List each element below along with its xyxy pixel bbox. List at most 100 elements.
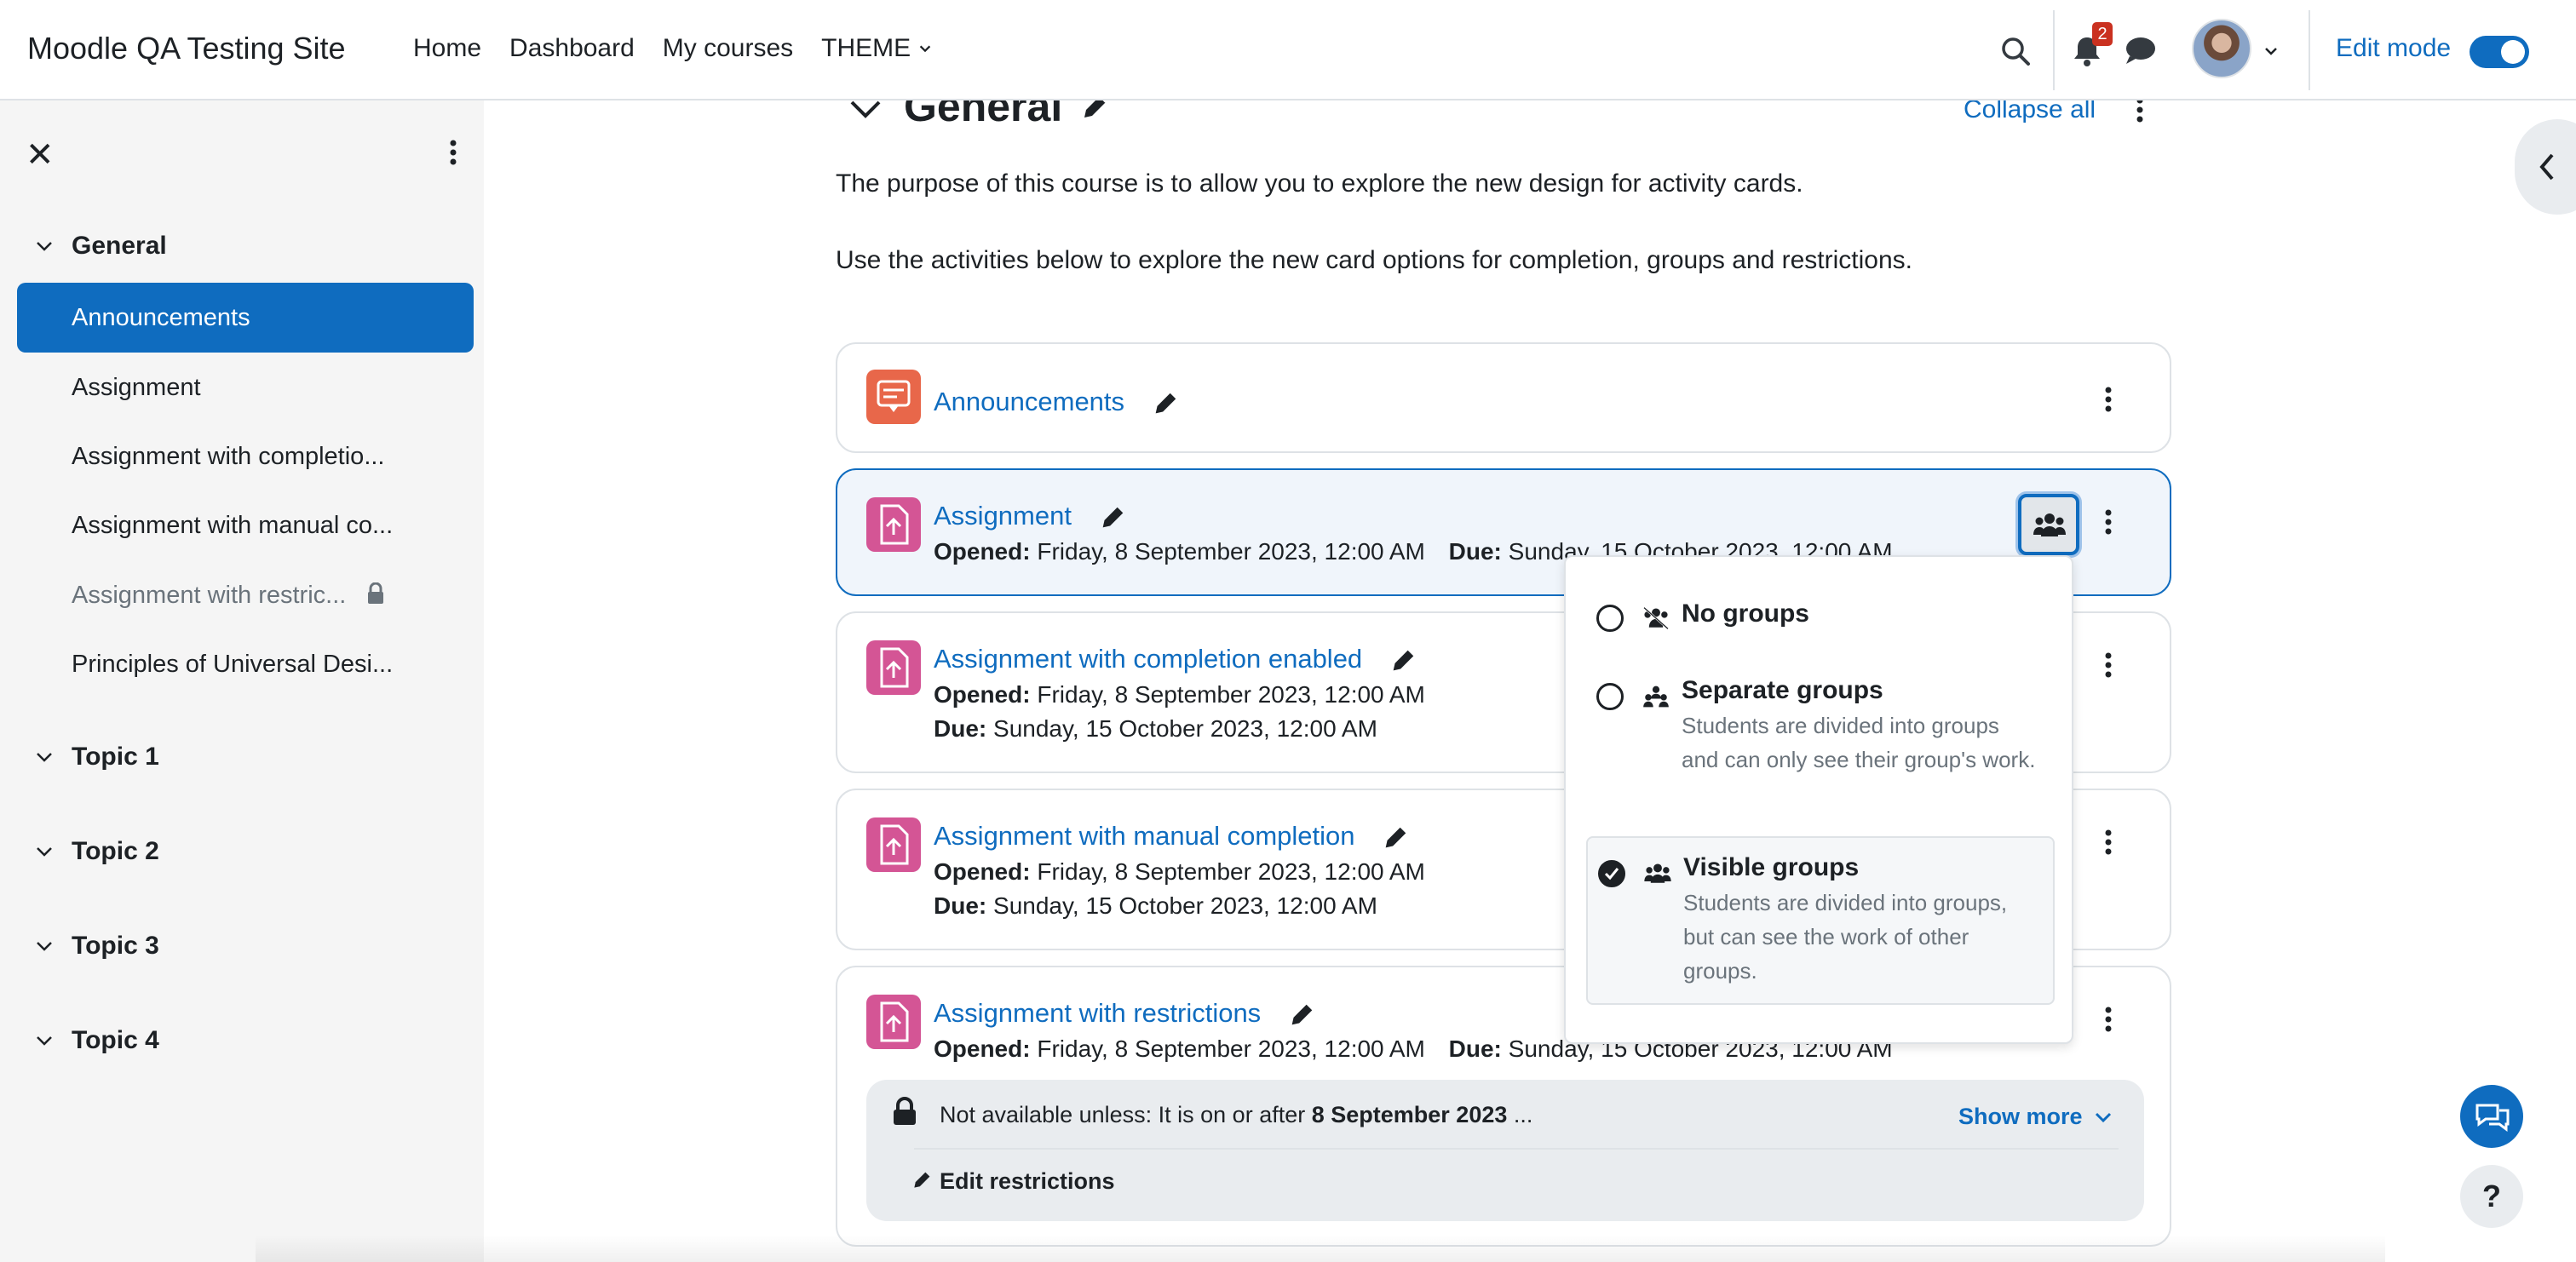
radio-checked bbox=[1598, 860, 1625, 887]
top-navbar: Moodle QA Testing Site Home Dashboard My… bbox=[0, 0, 2576, 100]
chat-bubbles-icon bbox=[2475, 1104, 2510, 1132]
course-index-drawer: ✕ General Announcements Assignment Assig… bbox=[0, 100, 484, 1262]
kebab-menu-icon[interactable] bbox=[2098, 828, 2119, 857]
drawer-item-principles[interactable]: Principles of Universal Desi... bbox=[17, 629, 474, 699]
pencil-icon[interactable] bbox=[1287, 1001, 1316, 1030]
activity-title[interactable]: Assignment bbox=[934, 501, 1127, 532]
option-title: Visible groups bbox=[1683, 853, 1860, 881]
section-summary-line-2: Use the activities below to explore the … bbox=[836, 246, 1912, 274]
kebab-menu-icon[interactable] bbox=[2098, 508, 2119, 536]
notification-count-badge: 2 bbox=[2092, 22, 2113, 46]
assignment-icon bbox=[866, 497, 921, 552]
open-block-drawer-button[interactable] bbox=[2515, 119, 2576, 215]
check-icon bbox=[1604, 868, 1619, 881]
group-mode-button[interactable] bbox=[2018, 494, 2079, 555]
activity-title[interactable]: Assignment with completion enabled bbox=[934, 644, 1417, 675]
chevron-down-icon bbox=[37, 847, 52, 857]
opened-date: Friday, 8 September 2023, 12:00 AM bbox=[1037, 858, 1425, 885]
chevron-down-icon bbox=[37, 753, 52, 762]
chevron-down-icon bbox=[37, 1036, 52, 1046]
close-icon[interactable]: ✕ bbox=[26, 136, 63, 174]
pencil-icon[interactable] bbox=[1381, 823, 1410, 852]
restriction-prefix: Not available unless: It is on or after bbox=[940, 1102, 1312, 1127]
edit-restrictions-label: Edit restrictions bbox=[940, 1168, 1115, 1194]
opened-label: Opened: bbox=[934, 858, 1031, 885]
activity-link[interactable]: Assignment with restrictions bbox=[934, 998, 1261, 1028]
drawer-section-topic-4[interactable]: Topic 4 bbox=[34, 1026, 159, 1055]
option-description: Students are divided into groups, but ca… bbox=[1683, 890, 2008, 984]
show-more-link[interactable]: Show more bbox=[1958, 1104, 2113, 1130]
group-mode-dropdown: No groups Separate groups Students are d… bbox=[1564, 555, 2073, 1044]
no-groups-icon bbox=[1643, 606, 1669, 630]
drawer-item-assignment-completion[interactable]: Assignment with completio... bbox=[17, 422, 474, 491]
activity-title[interactable]: Announcements bbox=[934, 387, 1180, 418]
drawer-item-assignment-manual[interactable]: Assignment with manual co... bbox=[17, 490, 474, 560]
chevron-down-icon[interactable] bbox=[2263, 43, 2280, 60]
lock-icon bbox=[368, 582, 384, 604]
drawer-section-title: Topic 3 bbox=[72, 932, 159, 960]
drawer-section-topic-2[interactable]: Topic 2 bbox=[34, 837, 159, 866]
group-option-no-groups[interactable]: No groups bbox=[1586, 589, 2055, 640]
primary-navigation: Home Dashboard My courses THEME bbox=[413, 34, 961, 63]
nav-my-courses[interactable]: My courses bbox=[663, 34, 793, 63]
drawer-item-assignment-restrictions[interactable]: Assignment with restric... bbox=[17, 560, 474, 630]
due-date: Sunday, 15 October 2023, 12:00 AM bbox=[993, 892, 1377, 919]
nav-dashboard[interactable]: Dashboard bbox=[509, 34, 635, 63]
chat-icon[interactable] bbox=[2125, 36, 2157, 65]
navbar-divider bbox=[2309, 10, 2310, 90]
activity-link[interactable]: Assignment bbox=[934, 501, 1072, 531]
help-button[interactable]: ? bbox=[2460, 1165, 2523, 1228]
activity-title[interactable]: Assignment with manual completion bbox=[934, 821, 1410, 852]
kebab-menu-icon[interactable] bbox=[2098, 1005, 2119, 1034]
drawer-section-topic-3[interactable]: Topic 3 bbox=[34, 932, 159, 961]
due-label: Due: bbox=[934, 715, 987, 742]
drawer-item-announcements[interactable]: Announcements bbox=[17, 283, 474, 353]
nav-home[interactable]: Home bbox=[413, 34, 481, 63]
pencil-icon[interactable] bbox=[1098, 503, 1127, 532]
radio-unchecked bbox=[1596, 683, 1624, 710]
drawer-item-assignment[interactable]: Assignment bbox=[17, 353, 474, 422]
chevron-down-icon[interactable] bbox=[848, 97, 883, 121]
option-title: Separate groups bbox=[1682, 676, 1883, 704]
navbar-divider bbox=[2053, 10, 2055, 90]
assignment-icon bbox=[866, 995, 921, 1049]
separate-groups-icon bbox=[1643, 685, 1669, 708]
chevron-down-icon bbox=[919, 45, 931, 53]
section-summary-line-1: The purpose of this course is to allow y… bbox=[836, 169, 1803, 198]
nav-theme[interactable]: THEME bbox=[821, 34, 933, 63]
opened-date: Friday, 8 September 2023, 12:00 AM bbox=[1037, 538, 1425, 565]
pencil-icon[interactable] bbox=[1151, 389, 1180, 418]
show-more-label: Show more bbox=[1958, 1104, 2083, 1129]
group-option-visible-groups[interactable]: Visible groups Students are divided into… bbox=[1586, 836, 2055, 1005]
activity-opened: Opened: Friday, 8 September 2023, 12:00 … bbox=[934, 681, 1425, 708]
activity-link[interactable]: Assignment with manual completion bbox=[934, 821, 1355, 851]
group-option-separate-groups[interactable]: Separate groups Students are divided int… bbox=[1586, 668, 2055, 804]
option-title: No groups bbox=[1682, 599, 1809, 628]
messaging-button[interactable] bbox=[2460, 1085, 2523, 1148]
edit-mode-toggle[interactable] bbox=[2470, 36, 2529, 68]
kebab-menu-icon[interactable] bbox=[2098, 651, 2119, 680]
opened-label: Opened: bbox=[934, 1035, 1031, 1062]
activity-link[interactable]: Assignment with completion enabled bbox=[934, 644, 1362, 674]
activity-link[interactable]: Announcements bbox=[934, 387, 1124, 416]
search-icon[interactable] bbox=[2000, 36, 2031, 66]
activity-title[interactable]: Assignment with restrictions bbox=[934, 998, 1316, 1030]
kebab-menu-icon[interactable] bbox=[443, 138, 463, 167]
due-label: Due: bbox=[934, 892, 987, 919]
nav-theme-label: THEME bbox=[821, 34, 911, 62]
kebab-menu-icon[interactable] bbox=[2098, 385, 2119, 414]
drawer-section-topic-1[interactable]: Topic 1 bbox=[34, 743, 159, 772]
restriction-date: 8 September 2023 bbox=[1311, 1102, 1508, 1127]
forum-icon bbox=[866, 370, 921, 424]
page-bottom-shadow bbox=[256, 1235, 2385, 1262]
opened-label: Opened: bbox=[934, 681, 1031, 708]
avatar[interactable] bbox=[2192, 19, 2251, 78]
opened-date: Friday, 8 September 2023, 12:00 AM bbox=[1037, 681, 1425, 708]
restriction-divider bbox=[914, 1148, 2119, 1150]
radio-unchecked bbox=[1596, 605, 1624, 632]
drawer-section-general[interactable]: General bbox=[34, 232, 167, 261]
edit-restrictions-link[interactable]: Edit restrictions bbox=[911, 1168, 1115, 1195]
restriction-text: Not available unless: It is on or after … bbox=[940, 1102, 1532, 1128]
site-name[interactable]: Moodle QA Testing Site bbox=[27, 31, 346, 66]
pencil-icon[interactable] bbox=[1389, 646, 1417, 675]
